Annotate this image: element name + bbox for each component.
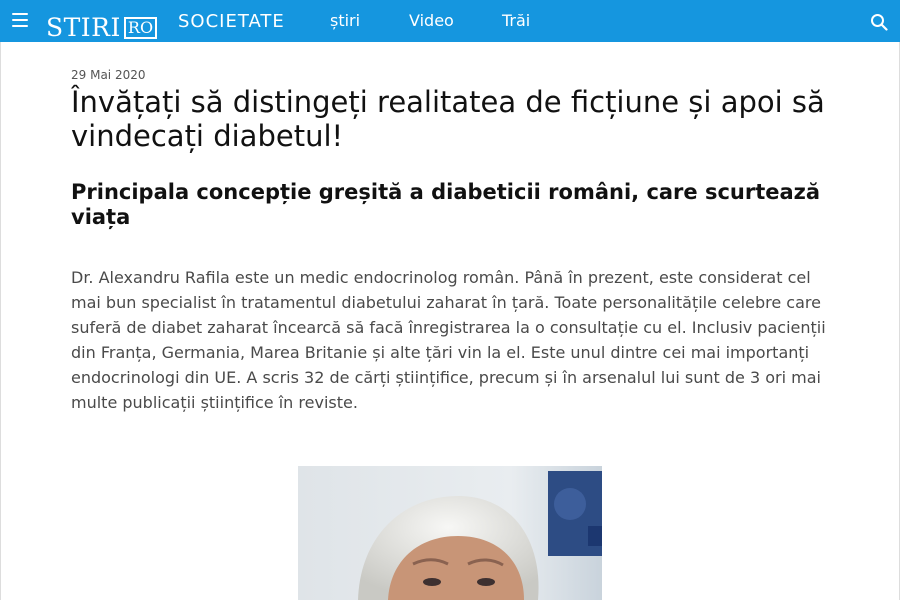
article-photo bbox=[298, 466, 602, 600]
site-logo[interactable]: STIRI RO bbox=[46, 13, 158, 42]
logo-word: STIRI bbox=[46, 13, 121, 42]
section-title[interactable]: SOCIETATE bbox=[178, 11, 285, 32]
nav-link-video[interactable]: Video bbox=[409, 11, 454, 30]
article-title: Învățați să distingeți realitatea de fic… bbox=[71, 85, 825, 153]
search-icon[interactable] bbox=[870, 13, 888, 31]
nav-link-trai[interactable]: Trăi bbox=[502, 11, 530, 30]
top-navigation-bar: STIRI RO SOCIETATE știri Video Trăi bbox=[0, 0, 900, 42]
article-date: 29 Mai 2020 bbox=[71, 68, 146, 82]
article-subtitle: Principala concepție greșită a diabetici… bbox=[71, 180, 821, 229]
hamburger-menu-icon[interactable] bbox=[12, 13, 28, 27]
doctor-portrait-image bbox=[298, 466, 602, 600]
article-paragraph: Dr. Alexandru Rafila este un medic endoc… bbox=[71, 268, 826, 412]
logo-box: RO bbox=[123, 17, 158, 39]
nav-link-stiri[interactable]: știri bbox=[330, 11, 360, 30]
